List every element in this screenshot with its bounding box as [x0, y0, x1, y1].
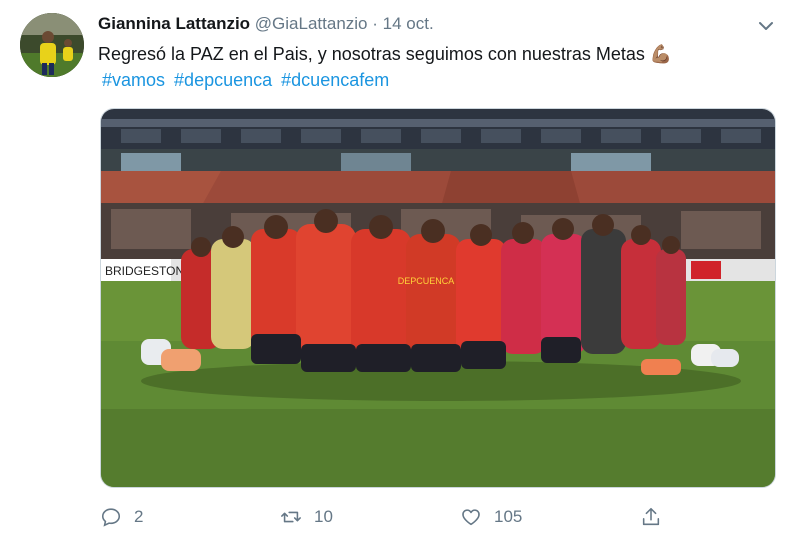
hashtag-list: #vamos #depcuenca #dcuencafem	[102, 70, 393, 91]
tweet-actions: 2 10 105	[0, 506, 800, 538]
avatar-image	[20, 13, 84, 77]
team-huddle-photo: BRIDGESTONE DEPCUENCA	[101, 109, 775, 487]
jersey-text: DEPCUENCA	[398, 276, 455, 286]
avatar[interactable]	[20, 13, 84, 77]
tweet-date[interactable]: 14 oct.	[383, 14, 434, 33]
tweet-photo[interactable]: BRIDGESTONE DEPCUENCA	[100, 108, 776, 488]
separator-dot: ·	[372, 14, 378, 33]
hashtag-link[interactable]: #dcuencafem	[281, 70, 389, 90]
tweet-header: Giannina Lattanzio @GiaLattanzio · 14 oc…	[98, 14, 434, 34]
retweet-button[interactable]: 10	[280, 506, 333, 528]
like-button[interactable]: 105	[460, 506, 522, 528]
hashtag-link[interactable]: #depcuenca	[174, 70, 272, 90]
share-button[interactable]	[640, 506, 674, 528]
chevron-down-icon[interactable]	[756, 16, 776, 36]
retweet-icon	[281, 511, 301, 523]
hashtag-link[interactable]: #vamos	[102, 70, 165, 90]
tweet-text: Regresó la PAZ en el Pais, y nosotras se…	[98, 44, 673, 64]
author-name[interactable]: Giannina Lattanzio	[98, 14, 250, 33]
author-handle[interactable]: @GiaLattanzio	[255, 14, 368, 33]
reply-count: 2	[134, 507, 144, 526]
tweet-card[interactable]: Giannina Lattanzio @GiaLattanzio · 14 oc…	[0, 0, 800, 548]
ad-banner-text: BRIDGESTONE	[105, 264, 192, 278]
like-count: 105	[494, 507, 523, 526]
reply-icon	[101, 508, 121, 527]
share-icon	[642, 507, 660, 526]
retweet-count: 10	[314, 507, 333, 526]
heart-icon	[462, 509, 480, 526]
reply-button[interactable]: 2	[100, 506, 143, 528]
